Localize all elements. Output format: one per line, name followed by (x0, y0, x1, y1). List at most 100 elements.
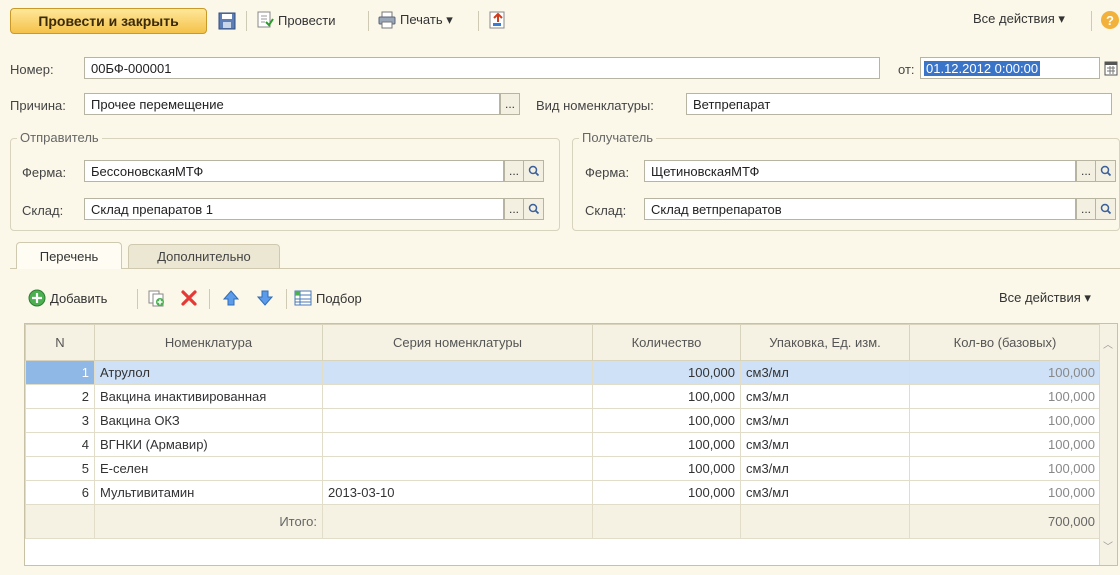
row-name[interactable]: Атрулол (94, 360, 323, 385)
number-label: Номер: (10, 62, 54, 77)
move-up-icon[interactable] (222, 289, 240, 310)
col-header-nomenclature[interactable]: Номенклатура (94, 324, 323, 361)
col-header-base-qty[interactable]: Кол-во (базовых) (909, 324, 1101, 361)
post-icon (257, 11, 274, 28)
row-name[interactable]: Вакцина инактивированная (94, 384, 323, 409)
footer-cell (592, 504, 741, 539)
receiver-warehouse-select-button[interactable]: ... (1076, 198, 1096, 220)
row-number: 3 (25, 408, 95, 433)
row-qty[interactable]: 100,000 (592, 432, 741, 457)
row-number: 6 (25, 480, 95, 505)
row-number: 2 (25, 384, 95, 409)
reason-field[interactable]: Прочее перемещение (84, 93, 500, 115)
reason-select-button[interactable]: ... (500, 93, 520, 115)
print-button[interactable]: Печать ▾ (378, 11, 453, 29)
date-field[interactable]: 01.12.2012 0:00:00 (920, 57, 1100, 79)
all-actions-menu[interactable]: Все действия ▾ (973, 11, 1065, 27)
col-header-quantity[interactable]: Количество (592, 324, 741, 361)
row-name[interactable]: Вакцина ОКЗ (94, 408, 323, 433)
tab-additional[interactable]: Дополнительно (128, 244, 280, 268)
copy-row-icon[interactable] (147, 289, 165, 310)
tab-strip-line (10, 268, 1120, 269)
table-row[interactable]: 4 ВГНКИ (Армавир) 100,000 см3/мл 100,000 (25, 432, 1101, 457)
row-unit[interactable]: см3/мл (740, 408, 910, 433)
footer-cell (322, 504, 593, 539)
row-base: 100,000 (909, 480, 1101, 505)
pick-button[interactable]: Подбор (294, 289, 362, 307)
col-header-unit[interactable]: Упаковка, Ед. изм. (740, 324, 910, 361)
receiver-farm-select-button[interactable]: ... (1076, 160, 1096, 182)
sender-farm-field[interactable]: БессоновскаяМТФ (84, 160, 504, 182)
pick-label: Подбор (316, 290, 362, 306)
col-header-n[interactable]: N (25, 324, 95, 361)
row-qty[interactable]: 100,000 (592, 456, 741, 481)
row-series[interactable]: 2013-03-10 (322, 480, 593, 505)
top-toolbar: Провести и закрыть Провести Печать ▾ Все… (0, 0, 1120, 40)
search-icon[interactable] (1096, 198, 1116, 220)
row-unit[interactable]: см3/мл (740, 360, 910, 385)
calendar-icon[interactable] (1104, 60, 1118, 79)
nomen-type-field[interactable]: Ветпрепарат (686, 93, 1112, 115)
pick-icon (294, 290, 312, 306)
structure-icon[interactable] (488, 10, 508, 33)
table-row[interactable]: 3 Вакцина ОКЗ 100,000 см3/мл 100,000 (25, 408, 1101, 433)
row-unit[interactable]: см3/мл (740, 456, 910, 481)
sender-warehouse-field[interactable]: Склад препаратов 1 (84, 198, 504, 220)
sender-farm-select-button[interactable]: ... (504, 160, 524, 182)
add-button[interactable]: Добавить (28, 289, 107, 307)
table-footer-row: Итого: 700,000 (25, 504, 1101, 539)
search-icon[interactable] (524, 198, 544, 220)
row-number: 4 (25, 432, 95, 457)
row-name[interactable]: Мультивитамин (94, 480, 323, 505)
row-unit[interactable]: см3/мл (740, 432, 910, 457)
sender-title: Отправитель (17, 130, 102, 145)
sender-warehouse-label: Склад: (22, 203, 64, 218)
table-scrollbar[interactable]: ︿ ﹀ (1099, 324, 1117, 565)
row-qty[interactable]: 100,000 (592, 480, 741, 505)
save-icon[interactable] (218, 12, 236, 33)
row-series[interactable] (322, 384, 593, 409)
move-down-icon[interactable] (256, 289, 274, 310)
row-qty[interactable]: 100,000 (592, 360, 741, 385)
table-row[interactable]: 6 Мультивитамин 2013-03-10 100,000 см3/м… (25, 480, 1101, 505)
table-row[interactable]: 5 Е-селен 100,000 см3/мл 100,000 (25, 456, 1101, 481)
row-series[interactable] (322, 360, 593, 385)
tab-list[interactable]: Перечень (16, 242, 122, 269)
row-qty[interactable]: 100,000 (592, 408, 741, 433)
row-number: 1 (25, 360, 95, 385)
row-series[interactable] (322, 432, 593, 457)
row-name[interactable]: Е-селен (94, 456, 323, 481)
search-icon[interactable] (1096, 160, 1116, 182)
row-unit[interactable]: см3/мл (740, 384, 910, 409)
row-series[interactable] (322, 408, 593, 433)
receiver-warehouse-field[interactable]: Склад ветпрепаратов (644, 198, 1076, 220)
post-and-close-button[interactable]: Провести и закрыть (10, 8, 207, 34)
search-icon[interactable] (524, 160, 544, 182)
table-all-actions-menu[interactable]: Все действия ▾ (999, 290, 1091, 306)
row-base: 100,000 (909, 408, 1101, 433)
scroll-up-icon[interactable]: ︿ (1103, 336, 1113, 351)
items-table-wrapper: N Номенклатура Серия номенклатуры Количе… (24, 323, 1118, 566)
col-header-series[interactable]: Серия номенклатуры (322, 324, 593, 361)
row-unit[interactable]: см3/мл (740, 480, 910, 505)
help-icon[interactable]: ? (1101, 11, 1119, 29)
footer-cell (740, 504, 910, 539)
table-header-row: N Номенклатура Серия номенклатуры Количе… (25, 324, 1101, 361)
post-label: Провести (278, 12, 336, 28)
table-row[interactable]: 1 Атрулол 100,000 см3/мл 100,000 (25, 360, 1101, 385)
scroll-down-icon[interactable]: ﹀ (1103, 538, 1113, 553)
receiver-farm-field[interactable]: ЩетиновскаяМТФ (644, 160, 1076, 182)
row-series[interactable] (322, 456, 593, 481)
post-button[interactable]: Провести (256, 11, 336, 29)
row-name[interactable]: ВГНКИ (Армавир) (94, 432, 323, 457)
row-qty[interactable]: 100,000 (592, 384, 741, 409)
toolbar-separator (286, 289, 287, 309)
toolbar-separator (137, 289, 138, 309)
receiver-farm-label: Ферма: (585, 165, 630, 180)
table-row[interactable]: 2 Вакцина инактивированная 100,000 см3/м… (25, 384, 1101, 409)
sender-warehouse-select-button[interactable]: ... (504, 198, 524, 220)
total-label: Итого: (94, 504, 323, 539)
row-base: 100,000 (909, 456, 1101, 481)
number-field[interactable]: 00БФ-000001 (84, 57, 880, 79)
delete-icon[interactable] (180, 289, 198, 310)
